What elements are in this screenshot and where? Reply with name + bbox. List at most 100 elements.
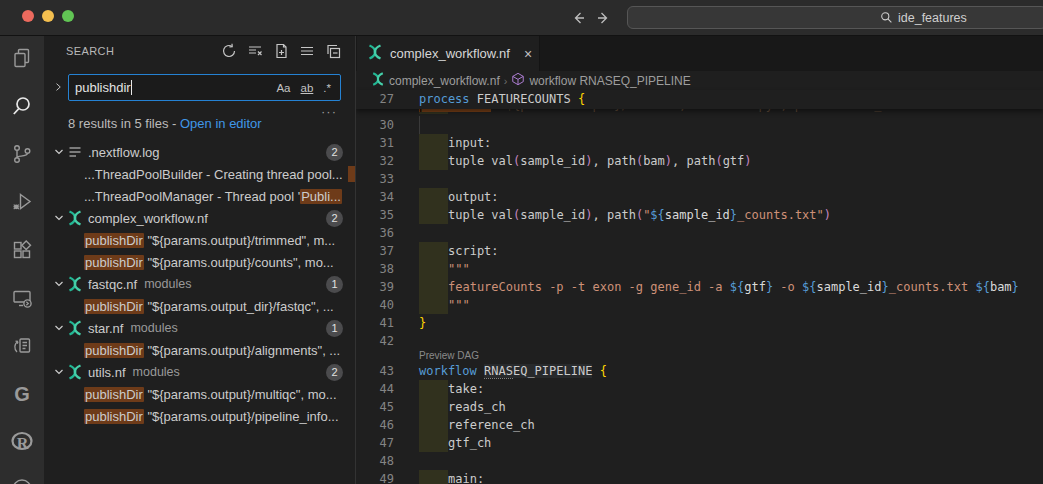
whole-word-toggle[interactable]: ab	[298, 81, 317, 95]
sticky-scroll-line[interactable]: 27process FEATURECOUNTS {	[356, 90, 1043, 109]
match-count-badge: 2	[326, 210, 343, 227]
search-result-match[interactable]: ...ThreadPoolBuilder - Creating thread p…	[44, 163, 355, 185]
activity-bar-search-icon[interactable]	[10, 94, 34, 118]
match-case-toggle[interactable]: Aa	[273, 81, 293, 95]
code-line: 47gtf_ch	[356, 434, 1043, 452]
match-highlight: publishDir	[84, 387, 144, 402]
search-input[interactable]: publishdir Aa ab .*	[68, 74, 341, 101]
search-result-file[interactable]: fastqc.nfmodules1	[44, 273, 355, 295]
activity-bar-task-runner-icon[interactable]	[10, 334, 34, 358]
command-center-search-label: ide_features	[898, 11, 967, 25]
breadcrumb-file[interactable]: complex_workflow.nf	[389, 74, 500, 88]
line-number: 32	[356, 152, 394, 170]
activity-bar-files-icon[interactable]	[10, 46, 34, 70]
chevron-down-icon[interactable]	[51, 144, 67, 160]
search-results-tree: .nextflow.log2 ...ThreadPoolBuilder - Cre…	[44, 141, 355, 427]
search-result-match[interactable]: publishDir "${params.output}/multiqc", m…	[44, 383, 355, 405]
chevron-down-icon[interactable]	[51, 320, 67, 336]
line-number: 43	[356, 362, 394, 380]
search-result-file[interactable]: utils.nf modules 2	[44, 361, 355, 383]
search-results-summary: 8 results in 5 files - Open in editor	[68, 116, 262, 131]
code-line: 32tuple val(sample_id), path(bam), path(…	[356, 152, 1043, 170]
code-line: 45reads_ch	[356, 398, 1043, 416]
activity-bar-remote-explorer-icon[interactable]	[10, 286, 34, 310]
open-in-editor-link[interactable]: Open in editor	[180, 116, 262, 131]
command-center-search[interactable]: ide_features	[627, 6, 1043, 29]
line-number: 30	[356, 116, 394, 134]
forward-button[interactable]	[592, 6, 616, 30]
code-line: 30	[356, 116, 1043, 134]
regex-toggle[interactable]: .*	[320, 81, 334, 95]
line-number: 47	[356, 434, 394, 452]
activity-bar-run-debug-icon[interactable]	[10, 190, 34, 214]
file-name: fastqc.nf	[88, 277, 137, 292]
line-number: 34	[356, 188, 394, 206]
activity-bar-extensions-icon[interactable]	[10, 238, 34, 262]
activity-bar-partial-bottom-icon[interactable]	[10, 478, 34, 484]
search-result-file[interactable]: .nextflow.log2	[44, 141, 355, 163]
search-result-match[interactable]: publishDir "${params.output}/trimmed", m…	[44, 229, 355, 251]
search-result-match[interactable]: publishDir "${params.output}/counts", mo…	[44, 251, 355, 273]
activity-bar-source-control-icon[interactable]	[10, 142, 34, 166]
chevron-down-icon[interactable]	[51, 210, 67, 226]
back-button[interactable]	[566, 6, 590, 30]
code-line: 33	[356, 170, 1043, 188]
match-highlight: publishDir	[84, 233, 144, 248]
open-new-search-editor-icon[interactable]	[271, 41, 291, 61]
chevron-down-icon[interactable]	[51, 364, 67, 380]
clear-search-results-icon[interactable]	[245, 41, 265, 61]
nextflow-icon	[67, 364, 83, 380]
file-folder-description: modules	[130, 321, 177, 335]
match-highlight: Publi...	[300, 189, 342, 204]
code-line: 49main:	[356, 470, 1043, 484]
tab-close-button[interactable]: ×	[524, 45, 532, 63]
code-editor[interactable]: 27process FEATURECOUNTS { publishDir "${…	[356, 90, 1043, 484]
match-line-text: ...ThreadPoolBuilder - Creating thread p…	[84, 167, 343, 182]
refresh-icon[interactable]	[219, 41, 239, 61]
search-input-value: publishdir	[75, 80, 131, 95]
match-highlight: publishDir	[84, 299, 144, 314]
match-count-badge: 2	[326, 364, 343, 381]
close-window-button[interactable]	[22, 10, 34, 22]
toggle-search-details-button[interactable]: ···	[321, 104, 337, 119]
search-result-file[interactable]: complex_workflow.nf2	[44, 207, 355, 229]
codelens-preview-dag[interactable]: Preview DAG	[356, 350, 1043, 362]
search-result-match[interactable]: publishDir "${params.output_dir}/fastqc"…	[44, 295, 355, 317]
collapse-all-icon[interactable]	[323, 41, 343, 61]
match-line-text: publishDir "${params.output}/trimmed", m…	[84, 233, 335, 248]
partially-visible-line: publishDir "${params.output}/counts", mo…	[356, 109, 1043, 115]
line-number: 36	[356, 224, 394, 242]
activity-bar-r-lang-icon[interactable]: R	[10, 430, 34, 454]
code-line: 35tuple val(sample_id), path("${sample_i…	[356, 206, 1043, 224]
toggle-replace-button[interactable]	[50, 76, 66, 98]
match-highlight: publishDir	[84, 255, 144, 270]
view-as-list-icon[interactable]	[297, 41, 317, 61]
line-number: 27	[356, 90, 394, 108]
file-name: utils.nf	[88, 365, 126, 380]
match-line-text: publishDir "${params.output}/counts", mo…	[84, 255, 334, 270]
breadcrumb-symbol[interactable]: workflow RNASEQ_PIPELINE	[529, 74, 690, 88]
search-result-file[interactable]: star.nfmodules1	[44, 317, 355, 339]
match-highlight: publishDir	[84, 409, 144, 424]
breadcrumb-separator: ›	[504, 75, 508, 87]
tab-complex-workflow[interactable]: complex_workflow.nf ×	[357, 36, 540, 71]
chevron-down-icon[interactable]	[51, 276, 67, 292]
line-number: 38	[356, 260, 394, 278]
file-folder-description: modules	[133, 365, 180, 379]
activity-bar-gitlens-icon[interactable]: G	[10, 382, 34, 406]
tab-label: complex_workflow.nf	[390, 46, 510, 61]
zoom-window-button[interactable]	[62, 10, 74, 22]
match-line-text: publishDir "${params.output}/alignments"…	[84, 343, 340, 358]
match-count-badge: 2	[326, 144, 343, 161]
editor-group: complex_workflow.nf × complex_workflow.n…	[356, 36, 1043, 484]
line-number: 41	[356, 314, 394, 332]
search-result-match[interactable]: ...ThreadPoolManager - Thread pool 'Publ…	[44, 185, 355, 207]
line-number: 31	[356, 134, 394, 152]
search-result-match[interactable]: publishDir "${params.output}/pipeline_in…	[44, 405, 355, 427]
tab-bar: complex_workflow.nf ×	[356, 36, 1043, 71]
line-number: 39	[356, 278, 394, 296]
search-result-match[interactable]: publishDir "${params.output}/alignments"…	[44, 339, 355, 361]
line-number: 35	[356, 206, 394, 224]
minimize-window-button[interactable]	[42, 10, 54, 22]
symbol-namespace-icon	[511, 72, 525, 89]
